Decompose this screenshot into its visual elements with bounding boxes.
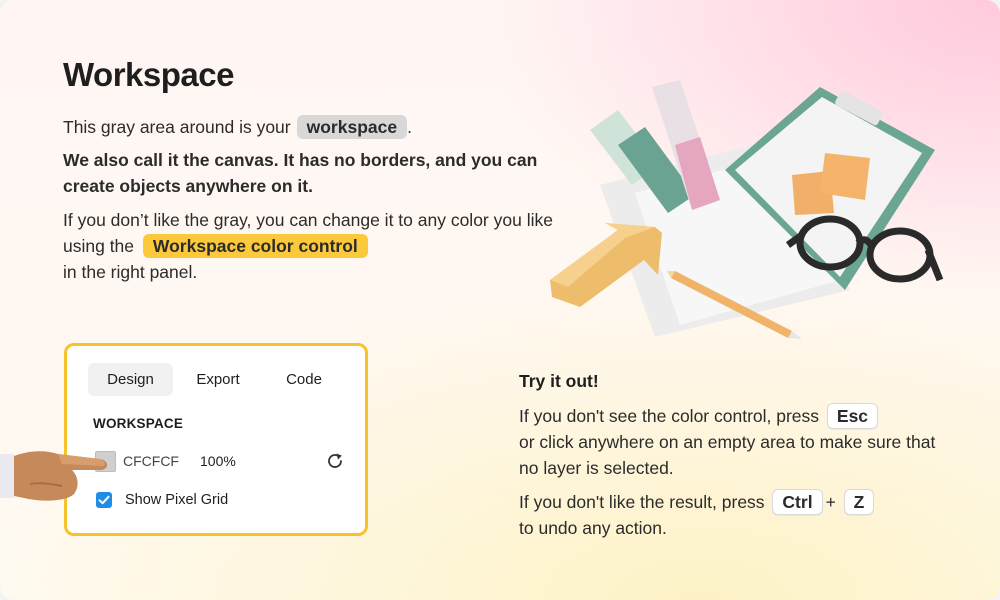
try-it-out-title: Try it out! xyxy=(519,371,599,391)
workspace-section-label: WORKSPACE xyxy=(93,416,184,431)
try-paragraph-2: If you don't like the result, press Ctrl… xyxy=(519,489,939,541)
reset-icon[interactable] xyxy=(325,451,345,471)
workspace-color-hex[interactable]: CFCFCF xyxy=(123,453,179,469)
intro-line-1-text: This gray area around is your xyxy=(63,117,291,137)
try-paragraph-1: If you don't see the color control, pres… xyxy=(519,403,939,481)
try-p2-text: If you don't like the result, press xyxy=(519,492,765,512)
workspace-color-control-chip: Workspace color control xyxy=(142,234,368,258)
workspace-lesson-card: Workspace This gray area around is your w… xyxy=(0,0,1000,600)
try-p2-end: to undo any action. xyxy=(519,518,667,538)
page-title: Workspace xyxy=(63,56,234,93)
intro-line-3: If you don’t like the gray, you can chan… xyxy=(63,207,563,285)
try-p1-text: If you don't see the color control, pres… xyxy=(519,406,820,426)
design-panel: Design Export Code WORKSPACE CFCFCF 100%… xyxy=(64,343,368,536)
pointing-hand-icon xyxy=(0,451,108,501)
workspace-chip: workspace xyxy=(296,115,408,139)
esc-key: Esc xyxy=(826,403,879,429)
z-key: Z xyxy=(843,489,875,515)
tab-export[interactable]: Export xyxy=(179,363,257,396)
tab-code[interactable]: Code xyxy=(265,363,343,396)
workspace-color-opacity[interactable]: 100% xyxy=(200,453,236,469)
plus-sign: + xyxy=(825,492,836,512)
intro-line-1: This gray area around is your workspace. xyxy=(63,114,412,140)
desk-illustration xyxy=(550,80,944,339)
try-p1-end: or click anywhere on an empty area to ma… xyxy=(519,432,936,478)
intro-line-1-end: . xyxy=(407,117,412,137)
intro-line-2: We also call it the canvas. It has no bo… xyxy=(63,150,538,196)
show-pixel-grid-label[interactable]: Show Pixel Grid xyxy=(125,492,228,508)
intro-line-3-end: in the right panel. xyxy=(63,262,198,282)
tab-design[interactable]: Design xyxy=(88,363,173,396)
ctrl-key: Ctrl xyxy=(772,489,823,515)
